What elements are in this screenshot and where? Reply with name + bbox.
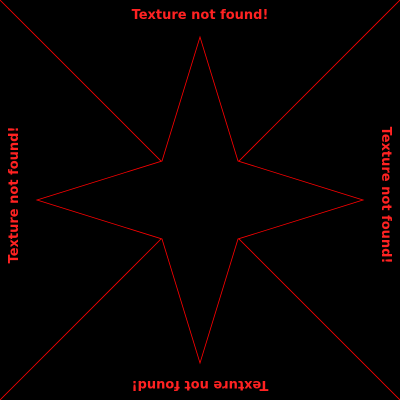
missing-texture-placeholder: Texture not found! Texture not found! Te…	[0, 0, 400, 400]
texture-not-found-top: Texture not found!	[131, 8, 269, 23]
texture-not-found-right: Texture not found!	[378, 126, 393, 264]
placeholder-graphic	[0, 0, 400, 400]
texture-not-found-left: Texture not found!	[7, 126, 22, 264]
texture-not-found-bottom: Texture not found!	[131, 377, 269, 392]
